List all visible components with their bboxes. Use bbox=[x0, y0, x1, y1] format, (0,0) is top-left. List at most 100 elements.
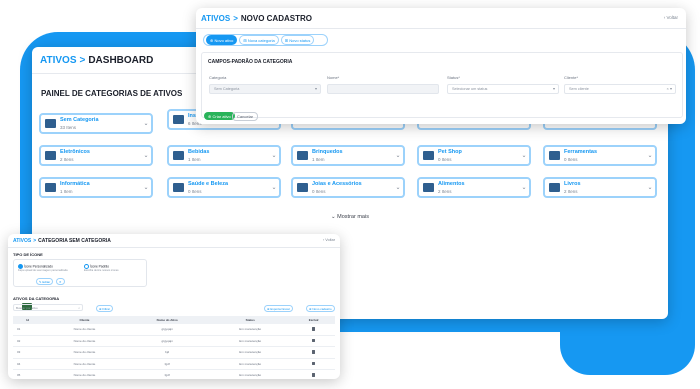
chevron-down-icon: ⌄ bbox=[143, 153, 149, 159]
category-card[interactable]: Sem Categoria 33 Itens ⌄ bbox=[39, 113, 153, 134]
category-thumbnail bbox=[173, 151, 184, 160]
chevron-down-icon: ⌄ bbox=[271, 153, 277, 159]
chevron-down-icon: ⌄ bbox=[395, 153, 401, 159]
category-count: 2 Itens bbox=[60, 156, 74, 162]
category-thumbnail bbox=[45, 183, 56, 192]
table-cell: Nome do cliente bbox=[42, 324, 127, 336]
column-header: Nome do Ativo bbox=[126, 316, 208, 324]
delete-cell[interactable] bbox=[292, 346, 335, 359]
remove-icon-button[interactable]: ✕ bbox=[56, 278, 65, 285]
export-excel-button[interactable]: ⊕ Exportar Excel bbox=[264, 305, 293, 312]
client-select[interactable]: Sem cliente × ▾ bbox=[564, 84, 676, 94]
edit-icon-button[interactable]: ✎ Editar bbox=[36, 278, 54, 285]
table-cell: gtgyqajn bbox=[126, 335, 208, 347]
delete-cell[interactable] bbox=[292, 324, 335, 336]
category-count: 0 Itens bbox=[188, 188, 202, 194]
table-row[interactable]: 01 Nome do cliente gtgyqajn Em manutenção bbox=[13, 324, 335, 336]
chevron-down-icon: ⌄ bbox=[395, 185, 401, 191]
table-row[interactable]: 02 Nome do cliente gtgyqajn Em manutenção bbox=[13, 335, 335, 347]
create-asset-button[interactable]: ⊕ Criar ativo bbox=[204, 112, 235, 120]
category-name: Pet Shop bbox=[438, 148, 462, 155]
category-card[interactable]: Informática 1 Item ⌄ bbox=[39, 177, 153, 198]
default-icon-radio[interactable]: Ícone Padrão Escolha dentre nossos ícone… bbox=[84, 264, 119, 272]
category-thumbnail bbox=[173, 183, 184, 192]
category-select[interactable]: Sem Categoria ▾ bbox=[209, 84, 321, 94]
category-card[interactable]: Joias e Acessórios 0 Itens ⌄ bbox=[291, 177, 405, 198]
status-select[interactable]: Selecionar um status ▾ bbox=[447, 84, 559, 94]
search-input[interactable]: Buscar por ativo ⌕ bbox=[13, 304, 83, 311]
cancel-button[interactable]: Cancelar bbox=[232, 112, 259, 121]
back-link[interactable]: ‹ Voltar bbox=[323, 238, 335, 242]
category-name: Alimentos bbox=[438, 180, 465, 187]
trash-icon[interactable] bbox=[312, 350, 316, 354]
chevron-down-icon: ⌄ bbox=[521, 153, 527, 159]
table-cell: bjd bbox=[126, 346, 208, 359]
back-link[interactable]: ‹ Voltar bbox=[664, 15, 678, 20]
delete-cell[interactable] bbox=[292, 369, 335, 379]
category-card[interactable]: Saúde e Beleza 0 Itens ⌄ bbox=[167, 177, 281, 198]
table-row[interactable]: 03 Nome do cliente bjd Em manutenção bbox=[13, 346, 335, 359]
delete-cell[interactable] bbox=[292, 358, 335, 370]
table-row[interactable]: 04 Nome do cliente fgdf Em manutenção bbox=[13, 358, 335, 370]
cadastro-title-bar: ATIVOS > NOVO CADASTRO bbox=[196, 8, 686, 29]
trash-icon[interactable] bbox=[312, 361, 316, 365]
trash-icon[interactable] bbox=[312, 338, 316, 342]
category-card[interactable]: Pet Shop 0 Itens ⌄ bbox=[417, 145, 531, 166]
tab-new-asset[interactable]: ⊕ Novo ativo bbox=[206, 35, 238, 45]
category-name: Brinquedos bbox=[312, 148, 343, 155]
breadcrumb-separator: > bbox=[33, 237, 37, 244]
chevron-down-icon: ⌄ bbox=[521, 185, 527, 191]
assets-table: Id Cliente Nome do Ativo Status Excluir … bbox=[13, 316, 335, 379]
table-cell: fgdf bbox=[126, 369, 208, 379]
tab-new-category[interactable]: ⊞ Nova categoria bbox=[239, 35, 279, 45]
breadcrumb-root[interactable]: ATIVOS bbox=[13, 238, 31, 244]
chevron-down-icon: ⌄ bbox=[647, 185, 653, 191]
name-input[interactable] bbox=[327, 84, 439, 94]
category-card[interactable]: Ferramentas 0 Itens ⌄ bbox=[543, 145, 657, 166]
card-text: Livros 2 Itens bbox=[564, 181, 645, 195]
column-header: Excluir bbox=[292, 316, 335, 324]
table-header-row: Id Cliente Nome do Ativo Status Excluir bbox=[13, 316, 335, 324]
category-count: 0 Itens bbox=[312, 188, 326, 194]
category-card[interactable]: Alimentos 2 Itens ⌄ bbox=[417, 177, 531, 198]
table-cell: Nome do cliente bbox=[42, 369, 127, 379]
table-cell: Nome do cliente bbox=[42, 335, 127, 347]
category-count: 33 Itens bbox=[60, 124, 77, 130]
delete-cell[interactable] bbox=[292, 335, 335, 347]
category-count: 1 Item bbox=[188, 156, 201, 162]
card-text: Saúde e Beleza 0 Itens bbox=[188, 181, 269, 195]
icon-type-title: TIPO DE ÍCONE bbox=[13, 252, 43, 257]
custom-icon-radio[interactable]: Ícone Personalizado Faça upload de sua i… bbox=[18, 264, 68, 272]
category-card[interactable]: Eletrônicos 2 Itens ⌄ bbox=[39, 145, 153, 166]
category-label: Categoria bbox=[209, 75, 227, 80]
table-row[interactable]: 05 Nome do cliente fgdf Em manutenção bbox=[13, 369, 335, 379]
chevron-down-icon: ⌄ bbox=[271, 185, 277, 191]
category-thumbnail bbox=[549, 151, 560, 160]
tab-new-status[interactable]: ⊞ Novo status bbox=[280, 35, 315, 45]
breadcrumb-separator: > bbox=[79, 54, 86, 66]
section-title: PAINEL DE CATEGORIAS DE ATIVOS bbox=[41, 89, 183, 98]
breadcrumb-root[interactable]: ATIVOS bbox=[201, 14, 230, 23]
trash-icon[interactable] bbox=[312, 373, 316, 377]
category-count: 1 Item bbox=[60, 188, 73, 194]
table-cell: Em manutenção bbox=[208, 335, 293, 347]
filter-button[interactable]: ⊕ Filtrar bbox=[96, 305, 114, 312]
category-card[interactable]: Bebidas 1 Item ⌄ bbox=[167, 145, 281, 166]
category-name: Saúde e Beleza bbox=[188, 180, 229, 187]
new-register-button[interactable]: ⊕ Novo cadastro bbox=[306, 305, 335, 312]
show-more-button[interactable]: ⌄ Mostrar mais bbox=[32, 214, 668, 220]
breadcrumb-separator: > bbox=[233, 13, 238, 23]
category-count: 2 Itens bbox=[438, 188, 452, 194]
category-card[interactable]: Brinquedos 1 Item ⌄ bbox=[291, 145, 405, 166]
new-register-window: ATIVOS > NOVO CADASTRO ‹ Voltar ⊕ Novo a… bbox=[196, 8, 686, 124]
page-title: NOVO CADASTRO bbox=[240, 13, 312, 23]
chevron-down-icon: ⌄ bbox=[143, 121, 149, 127]
breadcrumb-root[interactable]: ATIVOS bbox=[40, 55, 76, 66]
search-icon: ⌕ bbox=[78, 306, 80, 310]
category-card[interactable]: Livros 2 Itens ⌄ bbox=[543, 177, 657, 198]
trash-icon[interactable] bbox=[312, 327, 316, 331]
category-count: 0 Itens bbox=[438, 156, 452, 162]
card-text: Pet Shop 0 Itens bbox=[438, 149, 519, 163]
card-text: Informática 1 Item bbox=[60, 181, 141, 195]
client-label: Cliente* bbox=[564, 75, 579, 80]
